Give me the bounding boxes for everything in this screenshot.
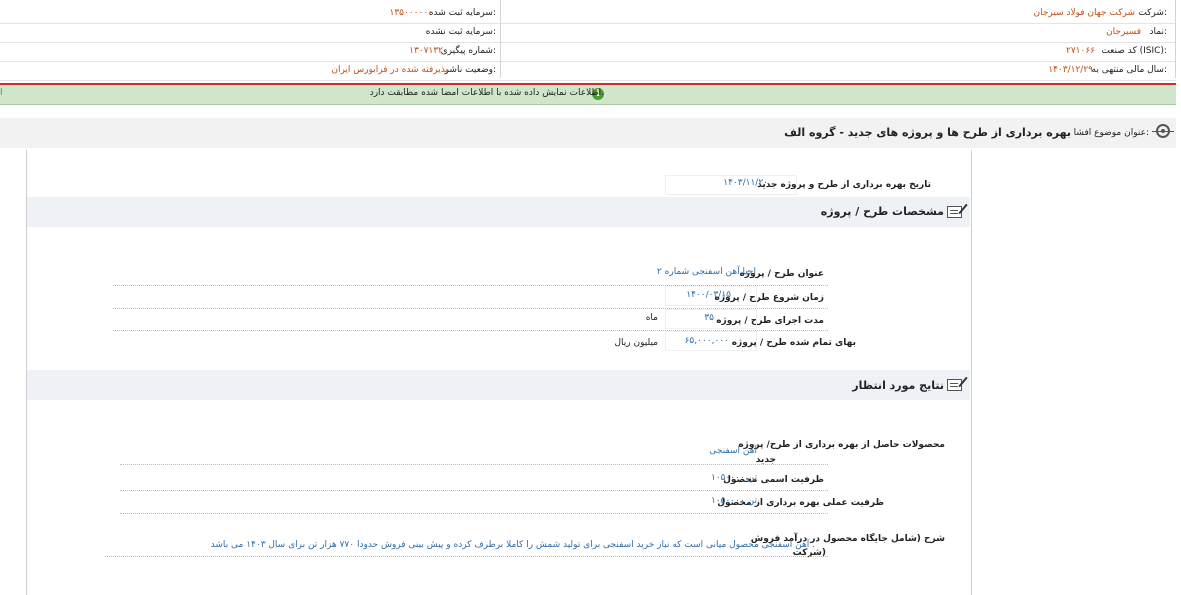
products-label: محصولات حاصل از بهره برداری از طرح/ پروژ… [738,440,945,450]
unregistered-capital-label: سرمایه ثبت نشده: [425,27,496,37]
company-label: شرکت: [1138,8,1167,18]
project-section-title: مشخصات طرح / پروژه [820,205,944,218]
results-section-header [27,370,970,400]
fiscal-year-value: ۱۴۰۳/۱۲/۲۹ [1048,65,1093,75]
tracking-value: ۱۳۰۷۱۳۲ [409,46,443,56]
description-value: آهن اسفنجی محصول میانی است که نیاز خرید … [210,540,815,550]
edit-icon [947,206,962,218]
description-divider [105,556,828,557]
info-row-3 [0,42,1176,62]
info-row-4 [0,61,1176,81]
notice-text: اطلاعات نمایش داده شده با اطلاعات امضا ش… [369,88,604,98]
actual-capacity-divider [120,513,828,514]
isic-value: ۲۷۱۰۶۶ [1065,46,1095,56]
project-title-value[interactable]: احیا آهن اسفنجی شماره ۲ [657,267,756,277]
fiscal-year-label: سال مالی منتهی به: [1091,65,1168,75]
subject-title: بهره برداری از طرح ها و پروژه های جدید -… [784,126,1071,139]
project-start-value: ۱۴۰۰/۰۳/۱۵ [686,290,731,300]
info-row-1 [0,4,1176,24]
actual-capacity-value: ۱۰۵۰۰۰۰ تن [710,496,757,506]
symbol-value[interactable]: فسیرجان [1106,27,1141,37]
isic-label: کد صنعت (ISIC): [1101,46,1167,56]
nominal-capacity-divider [120,490,828,491]
launch-date-value: ۱۴۰۳/۱۱/۲۰ [723,178,768,188]
products-divider [120,464,828,465]
registered-capital-label: سرمایه ثبت شده: [428,8,496,18]
project-duration-value: ۳۵ [704,313,714,323]
publisher-status-value: پذیرفته شده در فرابورس ایران [331,65,448,75]
results-section-title: نتایج مورد انتظار [852,379,944,392]
target-icon [1152,124,1174,138]
edit-icon [947,379,962,391]
products-value[interactable]: آهن اسفنجی [709,446,757,456]
symbol-label: نماد: [1149,27,1167,37]
tracking-label: شماره پیگیری: [440,46,496,56]
subject-prefix: عنوان موضوع افشا: [1073,128,1149,138]
info-row-2 [0,23,1176,43]
info-divider [500,0,501,78]
info-right-border [1175,0,1176,78]
unregistered-capital-value: ۰ [424,27,429,37]
project-duration-unit: ماه [645,313,658,323]
nominal-capacity-value: ۱۰۵۰۰۰۰ تن [710,473,757,483]
notice-edge-glyph: ا [0,88,3,98]
project-cost-unit: میلیون ریال [614,338,658,348]
company-value[interactable]: شرکت جهان فولاد سیرجان [1033,8,1135,18]
publisher-status-label: وضعیت ناشر: [444,65,496,75]
project-cost-value: ۶۵,۰۰۰,۰۰۰ [684,336,729,346]
registered-capital-value: ۱۳۵۰۰۰۰۰۰ [389,8,433,18]
